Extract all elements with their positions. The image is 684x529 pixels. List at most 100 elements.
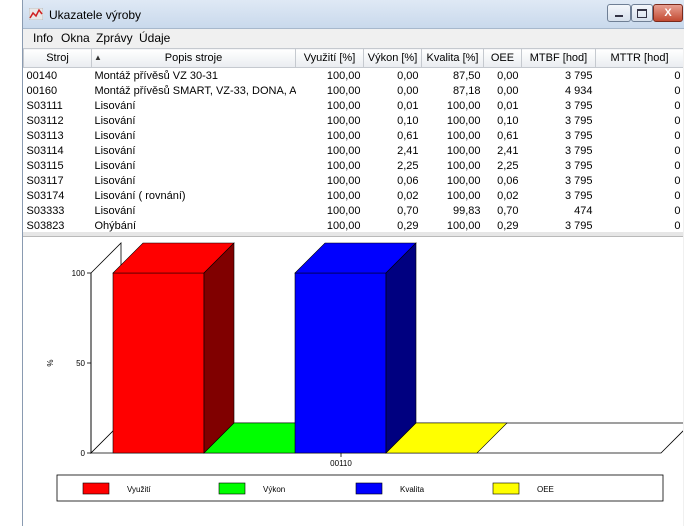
table-cell: 2,25 <box>497 159 519 172</box>
table-cell: 0,01 <box>497 99 519 112</box>
y-tick-label: 100 <box>72 269 86 278</box>
col-header-mtbf[interactable]: MTBF [hod] <box>521 48 596 68</box>
table-cell: 0 <box>674 69 681 82</box>
legend-label-využití: Využití <box>127 485 151 494</box>
table-cell: 3 795 <box>564 219 593 232</box>
table-cell: S03113 <box>26 129 64 142</box>
table-cell: 0 <box>674 99 681 112</box>
table-row[interactable]: S03333 Lisování 100,00 0,70 99,83 0,70 474 0 <box>24 203 684 218</box>
table-cell: Lisování <box>94 129 136 142</box>
table-cell: Lisování <box>94 114 136 127</box>
table-cell: 100,00 <box>326 174 361 187</box>
table-cell: 100,00 <box>446 99 481 112</box>
table-cell: 0 <box>674 144 681 157</box>
legend-label-kvalita: Kvalita <box>400 485 425 494</box>
table-row[interactable]: S03112 Lisování 100,00 0,10 100,00 0,10 3 795 0 <box>24 113 684 128</box>
table-cell: 87,50 <box>452 69 481 82</box>
col-header-vyuziti[interactable]: Využití [%] <box>295 48 364 68</box>
maximize-button[interactable] <box>631 4 653 22</box>
table-cell: Lisování <box>94 144 136 157</box>
menu-udaje[interactable]: Údaje <box>139 31 170 45</box>
legend-swatch-kvalita <box>355 482 383 495</box>
legend-label-oee: OEE <box>537 485 554 494</box>
table-row[interactable]: 00140 Montáž přívěsů VZ 30-31 100,00 0,00 87… <box>24 68 684 84</box>
table-cell: 99,83 <box>452 204 481 217</box>
table-cell: 00160 <box>26 84 58 97</box>
table-cell: 0,06 <box>397 174 419 187</box>
table-cell: 100,00 <box>446 159 481 172</box>
table-cell: 0,00 <box>497 84 519 97</box>
table-cell: 0,70 <box>397 204 419 217</box>
col-header-vykon[interactable]: Výkon [%] <box>363 48 422 68</box>
legend-swatch-oee <box>492 482 520 495</box>
table-row[interactable]: S03117 Lisování 100,00 0,06 100,00 0,06 3 795 0 <box>24 173 684 188</box>
table-cell: 3 795 <box>564 99 593 112</box>
table-cell: 87,18 <box>452 84 481 97</box>
table-cell: 0,10 <box>497 114 519 127</box>
table-cell: 2,41 <box>397 144 419 157</box>
table-cell: 3 795 <box>564 69 593 82</box>
table-cell: 100,00 <box>326 99 361 112</box>
table-row[interactable]: S03114 Lisování 100,00 2,41 100,00 2,41 3 795 0 <box>24 143 684 158</box>
col-header-popis[interactable]: Popis stroje <box>91 48 296 68</box>
window-title: Ukazatele výroby <box>49 8 142 22</box>
table-row[interactable]: S03823 Ohýbání 100,00 0,29 100,00 0,29 3 795 0 <box>24 218 684 233</box>
table-cell: 0 <box>674 174 681 187</box>
table-cell: 100,00 <box>326 219 361 232</box>
col-header-stroj[interactable]: Stroj <box>23 48 92 68</box>
sort-ascending-icon: ▲ <box>94 53 102 62</box>
menu-info[interactable]: Info <box>33 31 53 45</box>
table-cell: Lisování ( rovnání) <box>94 189 186 202</box>
table-cell: 100,00 <box>326 189 361 202</box>
table-cell: 474 <box>574 204 593 217</box>
table-cell: 100,00 <box>446 129 481 142</box>
machine-table: Stroj Popis stroje Využití [%] Výkon [%]… <box>23 48 683 237</box>
close-button[interactable]: X <box>653 4 683 22</box>
table-cell: 100,00 <box>326 144 361 157</box>
table-row[interactable]: S03111 Lisování 100,00 0,01 100,00 0,01 3 795 0 <box>24 98 684 113</box>
table-cell: Ohýbání <box>94 219 137 232</box>
y-axis-label: % <box>46 359 55 366</box>
table-cell: 100,00 <box>326 69 361 82</box>
table-cell: 3 795 <box>564 144 593 157</box>
title-bar[interactable]: Ukazatele výroby X <box>23 0 684 29</box>
table-cell: 100,00 <box>326 159 361 172</box>
app-window: Ukazatele výroby X Info Okna Zprávy Údaj… <box>22 0 684 526</box>
table-row[interactable]: S03113 Lisování 100,00 0,61 100,00 0,61 3 795 0 <box>24 128 684 143</box>
table-cell: 0 <box>674 114 681 127</box>
table-cell: S03117 <box>26 174 64 187</box>
table-cell: 0,06 <box>497 174 519 187</box>
minimize-button[interactable] <box>607 4 631 22</box>
table-cell: 0 <box>674 159 681 172</box>
table-cell: 100,00 <box>326 129 361 142</box>
table-cell: 3 795 <box>564 189 593 202</box>
table-row[interactable]: S03115 Lisování 100,00 2,25 100,00 2,25 3 795 0 <box>24 158 684 173</box>
table-cell: S03114 <box>26 144 64 157</box>
table-cell: 2,25 <box>397 159 419 172</box>
col-header-oee[interactable]: OEE <box>483 48 522 68</box>
table-cell: 0,61 <box>397 129 419 142</box>
table-cell: Lisování <box>94 159 136 172</box>
menu-bar: Info Okna Zprávy Údaje <box>23 29 684 47</box>
table-row[interactable]: 00160 Montáž přívěsů SMART, VZ-33, DONA, … <box>24 83 684 98</box>
table-cell: 2,41 <box>497 144 519 157</box>
horizontal-scrollbar[interactable] <box>23 232 683 236</box>
table-cell: S03174 <box>26 189 65 202</box>
bar-side-kvalita <box>385 242 417 454</box>
menu-okna[interactable]: Okna <box>61 31 90 45</box>
bar-side-využití <box>203 242 235 454</box>
table-cell: 0,02 <box>497 189 519 202</box>
table-cell: 0,00 <box>497 69 519 82</box>
table-cell: 0,29 <box>497 219 519 232</box>
col-header-kvalita[interactable]: Kvalita [%] <box>421 48 484 68</box>
table-cell: 0,00 <box>397 69 419 82</box>
table-row[interactable]: S03174 Lisování ( rovnání) 100,00 0,02 100,0… <box>24 188 684 203</box>
col-header-mttr[interactable]: MTTR [hod] <box>595 48 683 68</box>
table-cell: Lisování <box>94 99 136 112</box>
table-cell: 100,00 <box>326 84 361 97</box>
table-cell: 100,00 <box>446 189 481 202</box>
legend-swatch-výkon <box>218 482 246 495</box>
y-tick-label: 50 <box>76 359 85 368</box>
table-cell: 3 795 <box>564 114 593 127</box>
menu-zpravy[interactable]: Zprávy <box>96 31 133 45</box>
